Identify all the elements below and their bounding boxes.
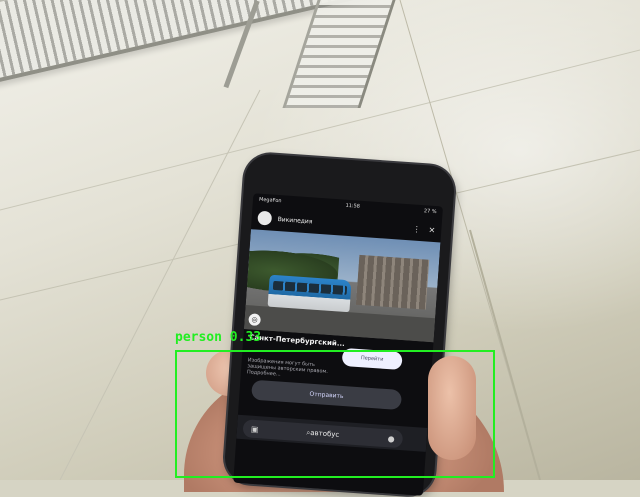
carrier-label: MegaFon (258, 196, 282, 205)
close-icon[interactable]: ✕ (428, 225, 435, 234)
detection-class: person (175, 330, 222, 345)
battery-label: 27 % (423, 208, 437, 216)
more-icon[interactable]: ⋮ (412, 224, 421, 234)
header-title: Википедия (277, 215, 313, 225)
detection-score: 0.33 (229, 330, 262, 345)
card-title: Санкт-Петербургский... (249, 333, 346, 349)
detection-label: person 0.33 (175, 330, 261, 346)
header-spacer (312, 221, 404, 227)
clock-label: 11:58 (345, 202, 361, 210)
detection-box (175, 350, 495, 478)
bus-photo[interactable]: ◎ (243, 229, 441, 343)
bus-windows (272, 280, 348, 296)
building (355, 254, 430, 310)
avatar (257, 210, 273, 226)
bus (267, 274, 352, 313)
